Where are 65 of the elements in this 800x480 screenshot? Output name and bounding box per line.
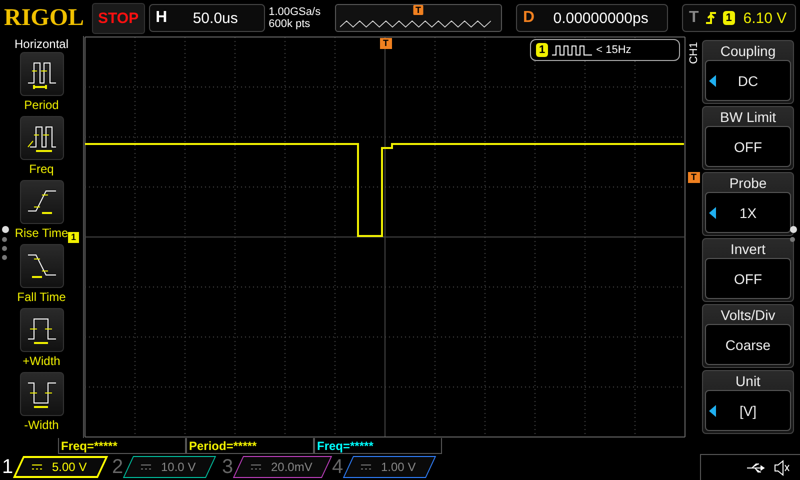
rising-edge-icon — [704, 11, 717, 25]
memory-depth: 600k pts — [268, 18, 312, 30]
measure-button[interactable] — [20, 372, 64, 416]
measurement-readout: Freq=***** — [317, 438, 374, 452]
channel-number: 4 — [332, 456, 344, 478]
counter-reading: < 15Hz — [596, 44, 632, 56]
channel-number: 3 — [222, 456, 234, 478]
channel-scale: 5.00 V — [52, 460, 87, 474]
channel-label: CH1 — [688, 42, 700, 64]
channel-number: 2 — [112, 456, 124, 478]
menu-item-title: Unit — [736, 372, 760, 390]
trigger-position-marker: T — [414, 5, 424, 15]
measurement-readout: Freq=***** — [61, 438, 118, 452]
menu-item-title: Probe — [729, 174, 767, 192]
trigger-source: 1 — [722, 11, 735, 25]
channel-scale-tab[interactable]: 5.00 V — [12, 456, 108, 478]
menu-title: Horizontal — [14, 36, 69, 52]
measure-button[interactable] — [20, 180, 64, 224]
measure-button[interactable] — [20, 52, 64, 96]
channel-scale-tab[interactable]: 20.0mV — [232, 456, 332, 478]
delay-value: 0.00000000ps — [552, 10, 650, 26]
menu-item-value[interactable]: [V] — [705, 390, 791, 431]
speaker-muted-icon — [774, 460, 790, 476]
channel-scale-tab[interactable]: 10.0 V — [122, 456, 216, 478]
measure-label: +Width — [22, 353, 60, 370]
measure-label: Rise Time — [14, 225, 68, 242]
measure-button[interactable] — [20, 244, 64, 288]
dc-coupling-icon — [32, 464, 42, 470]
menu-item-title: Invert — [730, 240, 766, 258]
brand-logo: RIGOL — [4, 4, 84, 32]
menu-item-title: BW Limit — [720, 108, 776, 126]
measure-label: -Width — [24, 417, 59, 434]
menu-item-value[interactable]: Coarse — [705, 324, 791, 365]
menu-item-title: Coupling — [720, 42, 776, 60]
timebase-label: H — [156, 9, 168, 27]
trigger-label: T — [689, 9, 699, 27]
channel-scale-tab[interactable]: 1.00 V — [342, 456, 436, 478]
measure-button[interactable] — [20, 308, 64, 352]
menu-item-value[interactable]: 1X — [705, 192, 791, 233]
dc-coupling-icon — [251, 464, 261, 470]
channel-scale: 10.0 V — [161, 460, 196, 474]
channel-offset-marker: 1 — [68, 232, 80, 243]
channel-scale: 20.0mV — [271, 460, 312, 474]
dc-coupling-icon — [141, 464, 151, 470]
dc-coupling-icon — [361, 464, 371, 470]
run-state[interactable]: STOP — [92, 2, 145, 34]
measure-label: Freq — [29, 161, 54, 178]
pulse-train-icon — [552, 44, 592, 56]
sample-rate: 1.00GSa/s — [268, 6, 322, 18]
counter-source: 1 — [536, 43, 548, 57]
measurement-readout: Period=***** — [189, 438, 257, 452]
menu-item-value[interactable]: DC — [705, 60, 791, 101]
menu-item-value[interactable]: OFF — [705, 258, 791, 299]
trigger-level-marker: T — [688, 172, 700, 183]
timebase-value: 50.0us — [192, 10, 239, 26]
channel-scale: 1.00 V — [381, 460, 416, 474]
delay-label: D — [523, 9, 535, 27]
measure-button[interactable] — [20, 116, 64, 160]
menu-item-value[interactable]: OFF — [705, 126, 791, 167]
menu-item-title: Volts/Div — [720, 306, 776, 324]
channel-number: 1 — [2, 456, 14, 478]
trigger-position-marker: T — [380, 38, 392, 49]
trigger-level: 6.10 V — [742, 10, 788, 26]
measure-label: Period — [24, 97, 59, 114]
measure-label: Fall Time — [17, 289, 66, 306]
